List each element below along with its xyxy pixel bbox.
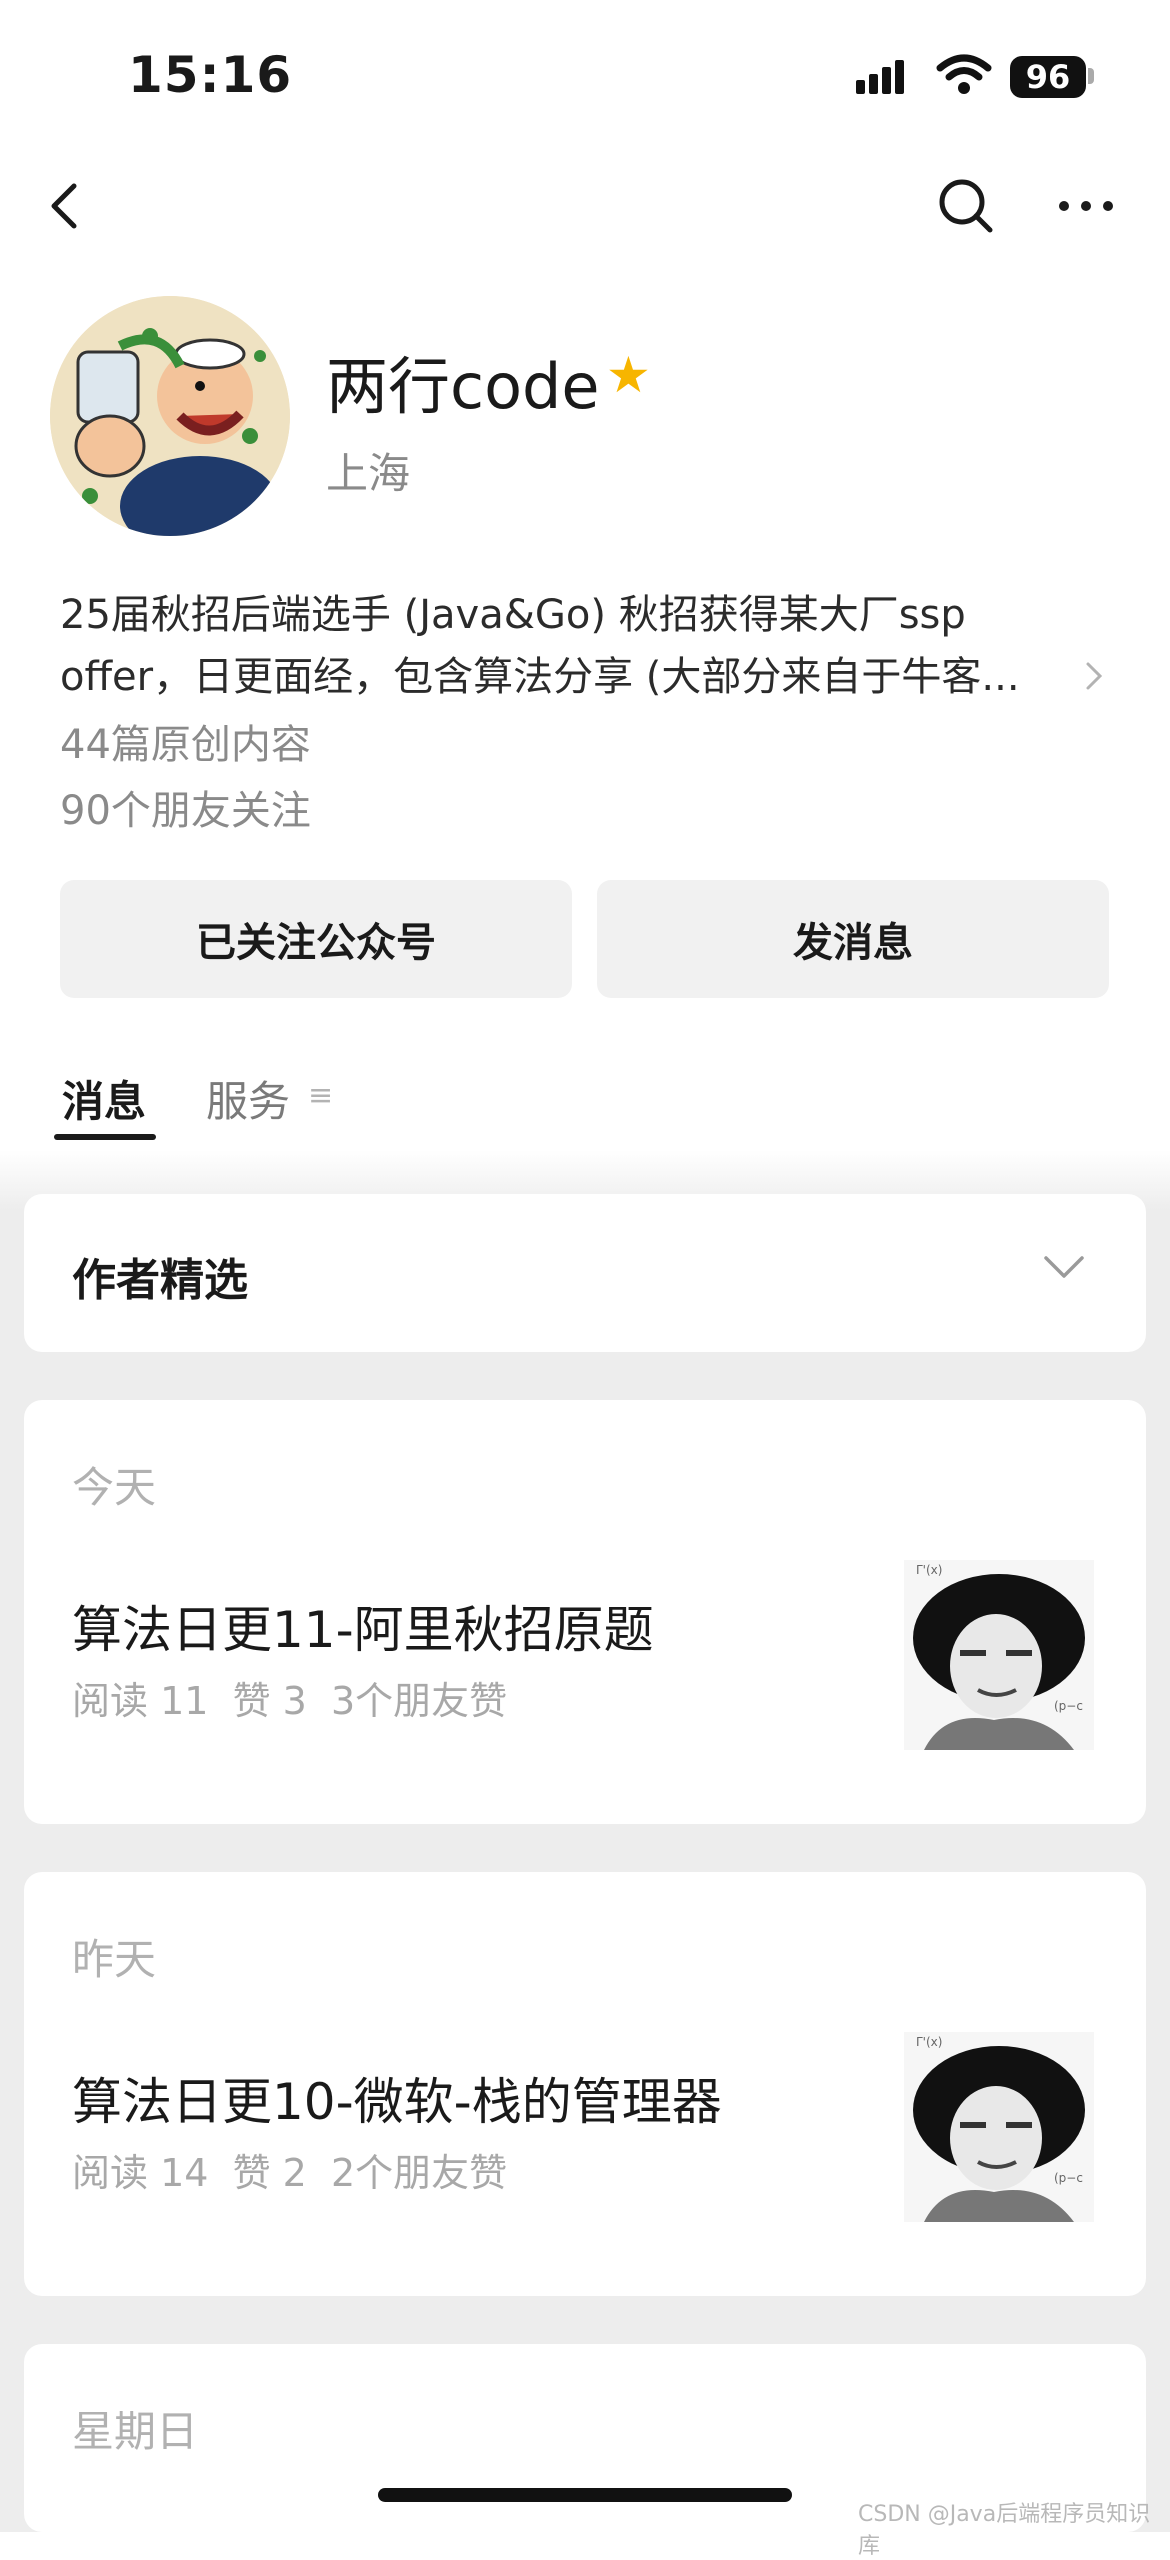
account-description[interactable]: 25届秋招后端选手 (Java&Go) 秋招获得某大厂ssp offer，日更面…	[60, 584, 1090, 708]
article-meta: 阅读 14 赞 2 2个朋友赞	[72, 2151, 508, 2195]
meme-face-image: Γ'(x) (p−c	[904, 1560, 1094, 1750]
account-location: 上海	[326, 449, 411, 498]
avatar[interactable]	[50, 296, 290, 536]
svg-text:Γ'(x): Γ'(x)	[916, 2035, 942, 2049]
article-title[interactable]: 算法日更10-微软-栈的管理器	[72, 2062, 722, 2134]
chevron-down-icon[interactable]	[1042, 1252, 1086, 1282]
cellular-signal-icon	[856, 60, 904, 94]
search-icon[interactable]	[936, 176, 996, 236]
battery-indicator: 96	[1010, 56, 1086, 98]
meme-face-image: Γ'(x) (p−c	[904, 2032, 1094, 2222]
article-thumbnail[interactable]: Γ'(x) (p−c	[904, 1560, 1094, 1750]
tab-active-underline	[54, 1134, 156, 1140]
featured-title: 作者精选	[72, 1255, 248, 1306]
article-meta: 阅读 11 赞 3 3个朋友赞	[72, 1679, 508, 1723]
watermark: CSDN @Java后端程序员知识库	[858, 2502, 1151, 2559]
menu-icon[interactable]: ≡	[308, 1078, 333, 1113]
star-icon: ★	[606, 346, 651, 404]
followed-button[interactable]: 已关注公众号	[60, 880, 572, 998]
feed-card[interactable]: 昨天 算法日更10-微软-栈的管理器 阅读 14 赞 2 2个朋友赞 Γ'(x)…	[24, 1872, 1146, 2296]
chevron-left-icon[interactable]	[36, 176, 96, 236]
articles-count: 44篇原创内容	[60, 722, 311, 768]
more-icon[interactable]	[1056, 176, 1116, 236]
home-indicator[interactable]	[378, 2488, 792, 2502]
feed-date: 今天	[72, 1463, 157, 1512]
chevron-right-icon[interactable]	[1082, 658, 1106, 694]
tab-messages[interactable]: 消息	[62, 1068, 146, 1129]
tab-services[interactable]: 服务	[206, 1068, 290, 1129]
feed-date: 星期日	[72, 2407, 199, 2456]
send-message-button[interactable]: 发消息	[597, 880, 1109, 998]
status-time: 15:16	[128, 46, 293, 104]
wifi-icon	[936, 54, 992, 94]
svg-text:Γ'(x): Γ'(x)	[916, 1563, 942, 1577]
description-line-1: 25届秋招后端选手 (Java&Go) 秋招获得某大厂ssp	[60, 592, 966, 638]
feed-background	[0, 1150, 1170, 2532]
battery-tip	[1088, 68, 1094, 84]
feed-date: 昨天	[72, 1935, 157, 1984]
feed-card[interactable]: 今天 算法日更11-阿里秋招原题 阅读 11 赞 3 3个朋友赞 Γ'(x) (…	[24, 1400, 1146, 1824]
article-title[interactable]: 算法日更11-阿里秋招原题	[72, 1590, 654, 1662]
svg-text:(p−c: (p−c	[1054, 1699, 1083, 1713]
featured-card[interactable]: 作者精选	[24, 1194, 1146, 1352]
avatar-illustration	[50, 296, 290, 536]
svg-text:(p−c: (p−c	[1054, 2171, 1083, 2185]
description-line-2: offer，日更面经，包含算法分享 (大部分来自于牛客...	[60, 654, 1020, 700]
article-thumbnail[interactable]: Γ'(x) (p−c	[904, 2032, 1094, 2222]
account-name: 两行code	[326, 350, 600, 423]
followers-count: 90个朋友关注	[60, 788, 311, 834]
